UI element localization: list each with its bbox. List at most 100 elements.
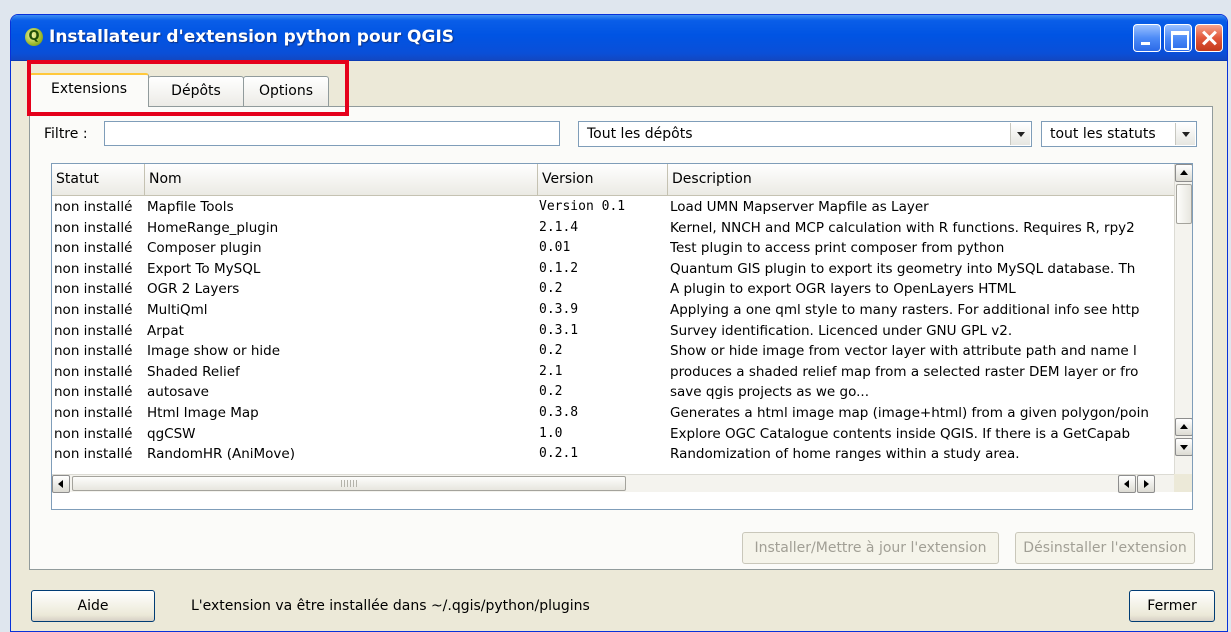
cell-description: save qgis projects as we go...	[670, 384, 869, 401]
scroll-down-icon[interactable]	[1175, 438, 1192, 456]
install-path-message: L'extension va être installée dans ~/.qg…	[191, 598, 590, 614]
uninstall-button[interactable]: Désinstaller l'extension	[1015, 532, 1195, 564]
cell-version: 0.2	[539, 343, 563, 359]
vertical-scrollbar[interactable]	[1174, 164, 1192, 474]
qgis-app-icon: Q	[25, 28, 43, 46]
cell-description: Test plugin to access print composer fro…	[670, 240, 1005, 257]
table-row[interactable]: non installé MultiQml 0.3.9 Applying a one …	[52, 300, 1176, 320]
cell-statut: non installé	[54, 219, 133, 236]
cell-version: 0.3.8	[539, 405, 579, 420]
maximize-icon[interactable]	[1164, 24, 1192, 52]
column-header-nom[interactable]: Nom	[145, 164, 538, 196]
table-row[interactable]: non installé Export To MySQL 0.1.2 Quantum …	[52, 259, 1176, 279]
table-row[interactable]: non installé Arpat 0.3.1 Survey identificat…	[52, 321, 1176, 341]
cell-nom: HomeRange_plugin	[147, 219, 279, 236]
repository-select[interactable]: Tout les dépôts	[578, 121, 1032, 147]
cell-version: Version 0.1	[539, 199, 626, 214]
scroll-right-icon[interactable]	[1137, 475, 1155, 493]
title-bar[interactable]: Q Installateur d'extension python pour Q…	[11, 15, 1227, 61]
cell-nom: Composer plugin	[147, 240, 262, 257]
vertical-scroll-thumb[interactable]	[1176, 184, 1192, 224]
scroll-left-icon[interactable]	[52, 475, 70, 493]
cell-nom: Shaded Relief	[147, 363, 240, 380]
tab-options[interactable]: Options	[243, 76, 329, 106]
cell-description: Randomization of home ranges within a st…	[670, 446, 1020, 463]
cell-statut: non installé	[54, 302, 133, 318]
table-row[interactable]: non installé OGR 2 Layers 0.2 A plugin to e…	[52, 279, 1176, 299]
cell-description: Kernel, NNCH and MCP calculation with R …	[670, 219, 1135, 236]
cell-version: 1.0	[539, 425, 563, 441]
table-row[interactable]: non installé autosave 0.2 save qgis project…	[52, 382, 1176, 402]
cell-statut: non installé	[54, 260, 133, 277]
cell-statut: non installé	[54, 384, 133, 401]
close-icon[interactable]	[1195, 24, 1223, 52]
scrollbar-corner	[1174, 474, 1192, 492]
cell-nom: autosave	[147, 384, 209, 401]
cell-version: 0.1.2	[539, 260, 579, 276]
cell-version: 0.3.9	[539, 302, 579, 317]
cell-statut: non installé	[54, 363, 133, 380]
column-header-version[interactable]: Version	[538, 164, 668, 196]
cell-nom: Export To MySQL	[147, 260, 261, 277]
cell-statut: non installé	[54, 343, 133, 360]
table-row[interactable]: non installé Mapfile Tools Version 0.1 Load…	[52, 197, 1176, 217]
cell-description: Applying a one qml style to many rasters…	[670, 302, 1140, 318]
cell-description: Survey identification. Licenced under GN…	[670, 322, 1013, 339]
cell-description: Show or hide image from vector layer wit…	[670, 343, 1137, 360]
extensions-panel: Filtre : Tout les dépôts tout les statut…	[29, 106, 1213, 570]
cell-nom: MultiQml	[147, 302, 208, 318]
chevron-down-icon[interactable]	[1175, 123, 1195, 145]
close-button[interactable]: Fermer	[1129, 590, 1215, 622]
installer-window: Q Installateur d'extension python pour Q…	[10, 14, 1228, 632]
plugins-table: Statut Nom Version Description non insta…	[51, 163, 1193, 510]
cell-statut: non installé	[54, 199, 133, 215]
cell-version: 2.1	[539, 363, 563, 379]
table-row[interactable]: non installé qgCSW 1.0 Explore OGC Catalogu…	[52, 424, 1176, 444]
status-select[interactable]: tout les statuts	[1041, 121, 1197, 147]
cell-nom: RandomHR (AniMove)	[147, 446, 295, 463]
table-row[interactable]: non installé Image show or hide 0.2 Show or…	[52, 341, 1176, 361]
cell-description: Load UMN Mapserver Mapfile as Layer	[670, 199, 929, 215]
cell-statut: non installé	[54, 281, 133, 298]
table-row[interactable]: non installé Shaded Relief 2.1 produces a s…	[52, 362, 1176, 382]
cell-statut: non installé	[54, 405, 133, 421]
table-row[interactable]: non installé HomeRange_plugin 2.1.4 Kernel,…	[52, 218, 1176, 238]
cell-statut: non installé	[54, 425, 133, 442]
help-button[interactable]: Aide	[31, 590, 155, 622]
status-select-value: tout les statuts	[1050, 126, 1156, 142]
cell-version: 0.2.1	[539, 446, 579, 462]
cell-nom: Image show or hide	[147, 343, 281, 360]
scroll-left-icon[interactable]	[1118, 475, 1136, 493]
horizontal-scrollbar[interactable]	[52, 474, 1192, 493]
install-update-button[interactable]: Installer/Mettre à jour l'extension	[742, 532, 999, 564]
table-row[interactable]: non installé Composer plugin 0.01 Test plug…	[52, 238, 1176, 258]
cell-version: 0.2	[539, 281, 563, 297]
cell-version: 0.2	[539, 384, 563, 400]
column-header-description[interactable]: Description	[668, 164, 1176, 196]
table-row[interactable]: non installé RandomHR (AniMove) 0.2.1 Rando…	[52, 444, 1176, 464]
cell-version: 2.1.4	[539, 219, 579, 235]
cell-nom: OGR 2 Layers	[147, 281, 240, 298]
scroll-up-icon[interactable]	[1175, 164, 1192, 182]
cell-nom: Arpat	[147, 322, 184, 339]
repository-select-value: Tout les dépôts	[587, 126, 693, 142]
column-header-statut[interactable]: Statut	[52, 164, 145, 196]
horizontal-scroll-thumb[interactable]	[72, 476, 626, 491]
window-title: Installateur d'extension python pour QGI…	[49, 27, 455, 47]
cell-description: A plugin to export OGR layers to OpenLay…	[670, 281, 1016, 298]
cell-version: 0.3.1	[539, 322, 579, 338]
filter-input[interactable]	[104, 121, 560, 146]
table-row[interactable]: non installé Html Image Map 0.3.8 Generates…	[52, 403, 1176, 423]
tab-extensions[interactable]: Extensions	[29, 73, 149, 107]
cell-description: Quantum GIS plugin to export its geometr…	[670, 260, 1136, 277]
cell-nom: Html Image Map	[147, 405, 259, 421]
cell-statut: non installé	[54, 240, 133, 257]
cell-description: Generates a html image map (image+html) …	[670, 405, 1149, 421]
cell-statut: non installé	[54, 322, 133, 339]
chevron-down-icon[interactable]	[1010, 123, 1030, 145]
tab-depots[interactable]: Dépôts	[148, 76, 244, 106]
cell-description: Explore OGC Catalogue contents inside QG…	[670, 425, 1131, 442]
minimize-icon[interactable]	[1133, 24, 1161, 52]
cell-nom: qgCSW	[147, 425, 196, 442]
scroll-up-icon[interactable]	[1175, 418, 1192, 436]
